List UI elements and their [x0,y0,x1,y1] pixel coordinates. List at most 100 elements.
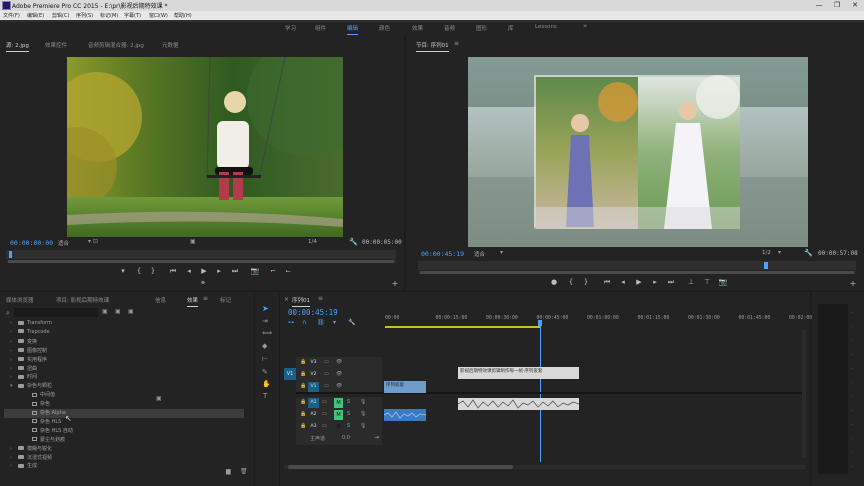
delete-icon[interactable]: 🗑 [240,468,248,475]
program-add-button[interactable]: + [848,279,858,288]
timeline-horizontal-scrollbar[interactable] [284,465,806,469]
source-time-ruler[interactable] [6,250,396,259]
tab-media-browser[interactable]: 媒体浏览器 [6,296,34,304]
menu-file[interactable]: 文件(F) [3,12,20,19]
program-zoom-bar[interactable] [418,271,856,274]
track-header-v3[interactable]: 🔒 V3 ▭ 👁 [296,357,382,369]
program-wrench-icon[interactable]: 🔧 [804,249,813,257]
program-mark-in-button[interactable]: { [566,278,576,286]
program-fit-dropdown[interactable]: 适合 [474,250,485,258]
maximize-button[interactable]: ❐ [828,0,846,11]
track-header-a3[interactable]: 🔒 A3 ▭ M S 🎙 [296,421,382,433]
workspace-graphics[interactable]: 图形 [476,24,487,32]
mute-button[interactable]: M [334,398,343,408]
effect-folder[interactable]: › 沉浸式视频 [4,454,244,463]
effect-folder[interactable]: › 图像控制 [4,347,244,356]
workspace-learn[interactable]: 学习 [285,24,296,32]
effect-item[interactable]: 蒙尘与划痕 [4,436,244,445]
mute-button[interactable]: M [334,422,343,432]
lock-icon[interactable]: 🔒 [300,383,306,389]
chevron-right-icon[interactable]: › [10,357,18,363]
effect-item[interactable]: 杂色 HLS 自动 [4,427,244,436]
track-target[interactable]: A2 [308,410,319,420]
tab-effect-controls[interactable]: 效果控件 [45,41,67,49]
track-target[interactable]: A3 [308,422,319,432]
program-step-back-button[interactable]: ◂ [618,278,628,286]
source-go-to-in-button[interactable]: ⏮ [168,267,178,276]
source-drag-video-icon[interactable]: ▣ [190,238,196,245]
work-area-bar[interactable] [385,326,540,328]
sync-lock-icon[interactable]: ▭ [322,411,327,417]
effect-folder[interactable]: › 模糊与锐化 [4,445,244,454]
program-timecode[interactable]: 00:00:45:19 [421,250,464,258]
effect-item[interactable]: 杂色 HLS [4,418,244,427]
effect-folder[interactable]: › Transform [4,320,244,329]
workspace-assembly[interactable]: 组件 [315,24,326,32]
chevron-right-icon[interactable]: › [10,446,18,452]
microphone-icon[interactable]: 🎙 [360,423,366,429]
solo-button[interactable]: S [347,423,350,429]
effect-folder[interactable]: › 变换 [4,338,244,347]
effect-folder[interactable]: › 实用程序 [4,356,244,365]
chevron-right-icon[interactable]: › [10,374,18,380]
source-zoom-bar[interactable] [6,260,396,263]
track-header-a2[interactable]: 🔒 A2 ▭ M S 🎙 [296,409,382,421]
tab-metadata[interactable]: 元数据 [162,41,179,49]
track-header-v2[interactable]: 🔒 V2 ▭ 👁 [296,369,382,381]
chevron-right-icon[interactable]: › [10,455,18,461]
program-panel-menu-icon[interactable]: ≡ [454,40,459,47]
effect-item[interactable]: 杂色 Alpha [4,409,244,418]
effect-folder[interactable]: ▾ 杂色与颗粒 [4,382,244,391]
tab-effects[interactable]: 效果 [187,296,199,307]
program-fit-chevron-icon[interactable]: ▾ [500,249,503,256]
workspace-audio[interactable]: 音频 [444,24,455,32]
source-settings-icon[interactable]: ▾ ⊡ [88,238,98,245]
eye-icon[interactable]: 👁 [336,371,342,377]
menu-help[interactable]: 帮助(H) [174,12,192,19]
video-clip-main[interactable]: 影视后期特效课剪辑制作每一帧·序列嵌套 [458,367,579,379]
source-play-button[interactable]: ▶ [199,267,209,275]
workspace-libraries[interactable]: 库 [508,24,514,32]
razor-tool-icon[interactable]: ◆ [262,342,267,350]
sync-lock-icon[interactable]: ▭ [324,359,329,365]
mute-button[interactable]: M [334,410,343,420]
chevron-right-icon[interactable]: › [10,329,18,335]
track-target[interactable]: V2 [308,370,319,380]
menu-window[interactable]: 窗口(W) [149,12,168,19]
audio-clip-main[interactable] [458,398,579,410]
effect-folder[interactable]: › 生成 [4,462,244,471]
source-wrench-icon[interactable]: 🔧 [349,238,358,246]
tab-project[interactable]: 项目: 影视后期特效课 [56,296,109,304]
track-target[interactable]: A1 [308,398,319,408]
effects-search-input[interactable] [14,308,98,317]
source-fit-dropdown[interactable]: 适合 [58,239,69,247]
effect-item[interactable]: 杂色 [4,400,244,409]
effect-folder[interactable]: › 扭曲 [4,365,244,374]
track-target[interactable]: V3 [308,358,319,368]
add-marker-icon[interactable]: ▾ [333,319,336,326]
tab-sequence[interactable]: 序列01 [292,296,310,307]
program-lift-button[interactable]: ⊥ [686,278,696,286]
tab-source[interactable]: 源: 2.jpg [6,41,29,52]
sync-lock-icon[interactable]: ▭ [322,423,327,429]
source-add-marker-button[interactable]: ▾ [118,267,128,275]
workspace-editing[interactable]: 编辑 [347,24,359,35]
source-mark-in-button[interactable]: { [134,267,144,275]
tab-markers[interactable]: 标记 [220,296,231,304]
solo-button[interactable]: S [347,399,350,405]
source-mark-out-button[interactable]: } [148,267,158,275]
track-header-master[interactable]: 主声道 0.0 ⇥ [296,433,382,445]
microphone-icon[interactable]: 🎙 [360,399,366,405]
chevron-right-icon[interactable]: › [10,339,18,345]
menu-marker[interactable]: 标记(M) [100,12,118,19]
effect-folder[interactable]: › Trapcode [4,329,244,338]
track-select-tool-icon[interactable]: ⇥ [262,317,268,325]
go-to-end-icon[interactable]: ⇥ [374,434,379,441]
slip-tool-icon[interactable]: ⊢ [262,355,268,363]
new-bin-icon[interactable]: ▆ [226,468,231,475]
menu-sequence[interactable]: 序列(S) [76,12,93,19]
program-extract-button[interactable]: ⊤ [702,278,712,286]
source-step-back-button[interactable]: ◂ [184,267,194,275]
program-mark-out-button[interactable]: } [581,278,591,286]
source-add-button[interactable]: + [390,279,400,288]
